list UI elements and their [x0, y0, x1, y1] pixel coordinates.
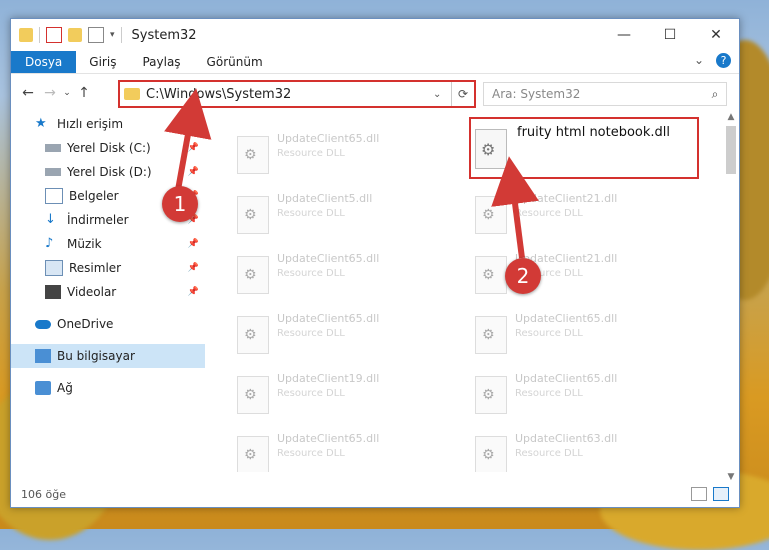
annotation-arrows	[164, 88, 539, 259]
step-1-badge: 1	[162, 186, 198, 222]
arrow-2	[491, 156, 539, 259]
arrow-1	[164, 88, 212, 191]
step-2-badge: 2	[505, 258, 541, 294]
